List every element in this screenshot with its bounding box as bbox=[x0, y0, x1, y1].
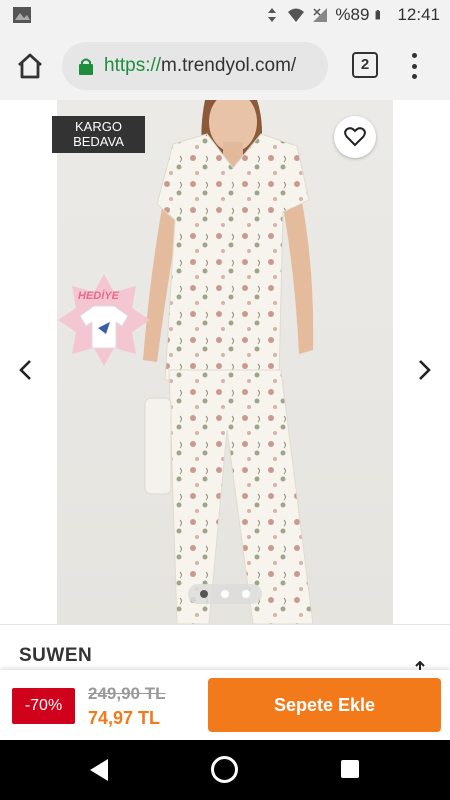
browser-toolbar: https://m.trendyol.com/ 2 bbox=[0, 32, 450, 100]
lock-icon bbox=[79, 58, 93, 75]
chevron-left-icon[interactable] bbox=[14, 358, 38, 382]
tab-switcher-button[interactable]: 2 bbox=[352, 52, 378, 78]
product-gallery[interactable]: KARGO BEDAVA HEDİYE bbox=[0, 100, 450, 624]
clock: 12:41 bbox=[397, 5, 440, 24]
sale-price: 74,97 TL bbox=[88, 708, 161, 728]
url-host: m.trendyol.com/ bbox=[161, 55, 297, 76]
add-to-cart-button[interactable]: Sepete Ekle bbox=[208, 678, 441, 732]
vibrate-icon bbox=[268, 8, 277, 22]
brand-name[interactable]: SUWEN bbox=[19, 645, 92, 667]
wifi-icon bbox=[288, 8, 305, 22]
address-bar[interactable]: https://m.trendyol.com/ bbox=[62, 42, 328, 90]
chevron-right-icon[interactable] bbox=[412, 358, 436, 382]
recents-icon[interactable] bbox=[341, 760, 359, 778]
gift-star-icon bbox=[58, 274, 150, 366]
free-shipping-badge: KARGO BEDAVA bbox=[52, 116, 145, 153]
pagination-dot[interactable] bbox=[200, 590, 209, 598]
overflow-menu-icon[interactable] bbox=[404, 50, 424, 82]
system-nav-bar bbox=[0, 740, 450, 800]
signal-icon bbox=[313, 8, 328, 22]
heart-icon bbox=[344, 127, 366, 147]
favorite-button[interactable] bbox=[334, 116, 376, 158]
status-right: %89 12:41 bbox=[263, 5, 440, 25]
photo-notification-icon bbox=[13, 7, 31, 23]
home-nav-icon[interactable] bbox=[211, 756, 238, 783]
battery-icon bbox=[376, 10, 381, 20]
pagination-dot[interactable] bbox=[241, 590, 250, 598]
badge-line-2: BEDAVA bbox=[73, 134, 124, 149]
badge-line-1: KARGO bbox=[75, 119, 122, 134]
old-price: 249,90 TL bbox=[88, 684, 166, 703]
status-bar: %89 12:41 bbox=[0, 0, 450, 32]
home-icon[interactable] bbox=[14, 50, 46, 82]
gift-badge: HEDİYE bbox=[56, 270, 152, 370]
url-scheme: https:// bbox=[104, 55, 162, 76]
battery-percent: %89 bbox=[335, 5, 370, 24]
brand-row: SUWEN bbox=[0, 624, 450, 673]
discount-badge: -70% bbox=[12, 688, 75, 724]
back-icon[interactable] bbox=[88, 758, 110, 782]
gift-label: HEDİYE bbox=[78, 290, 119, 302]
gallery-pagination[interactable] bbox=[188, 584, 262, 604]
pagination-dot[interactable] bbox=[220, 590, 229, 598]
buy-bar: -70% 249,90 TL 74,97 TL Sepete Ekle bbox=[0, 670, 450, 740]
